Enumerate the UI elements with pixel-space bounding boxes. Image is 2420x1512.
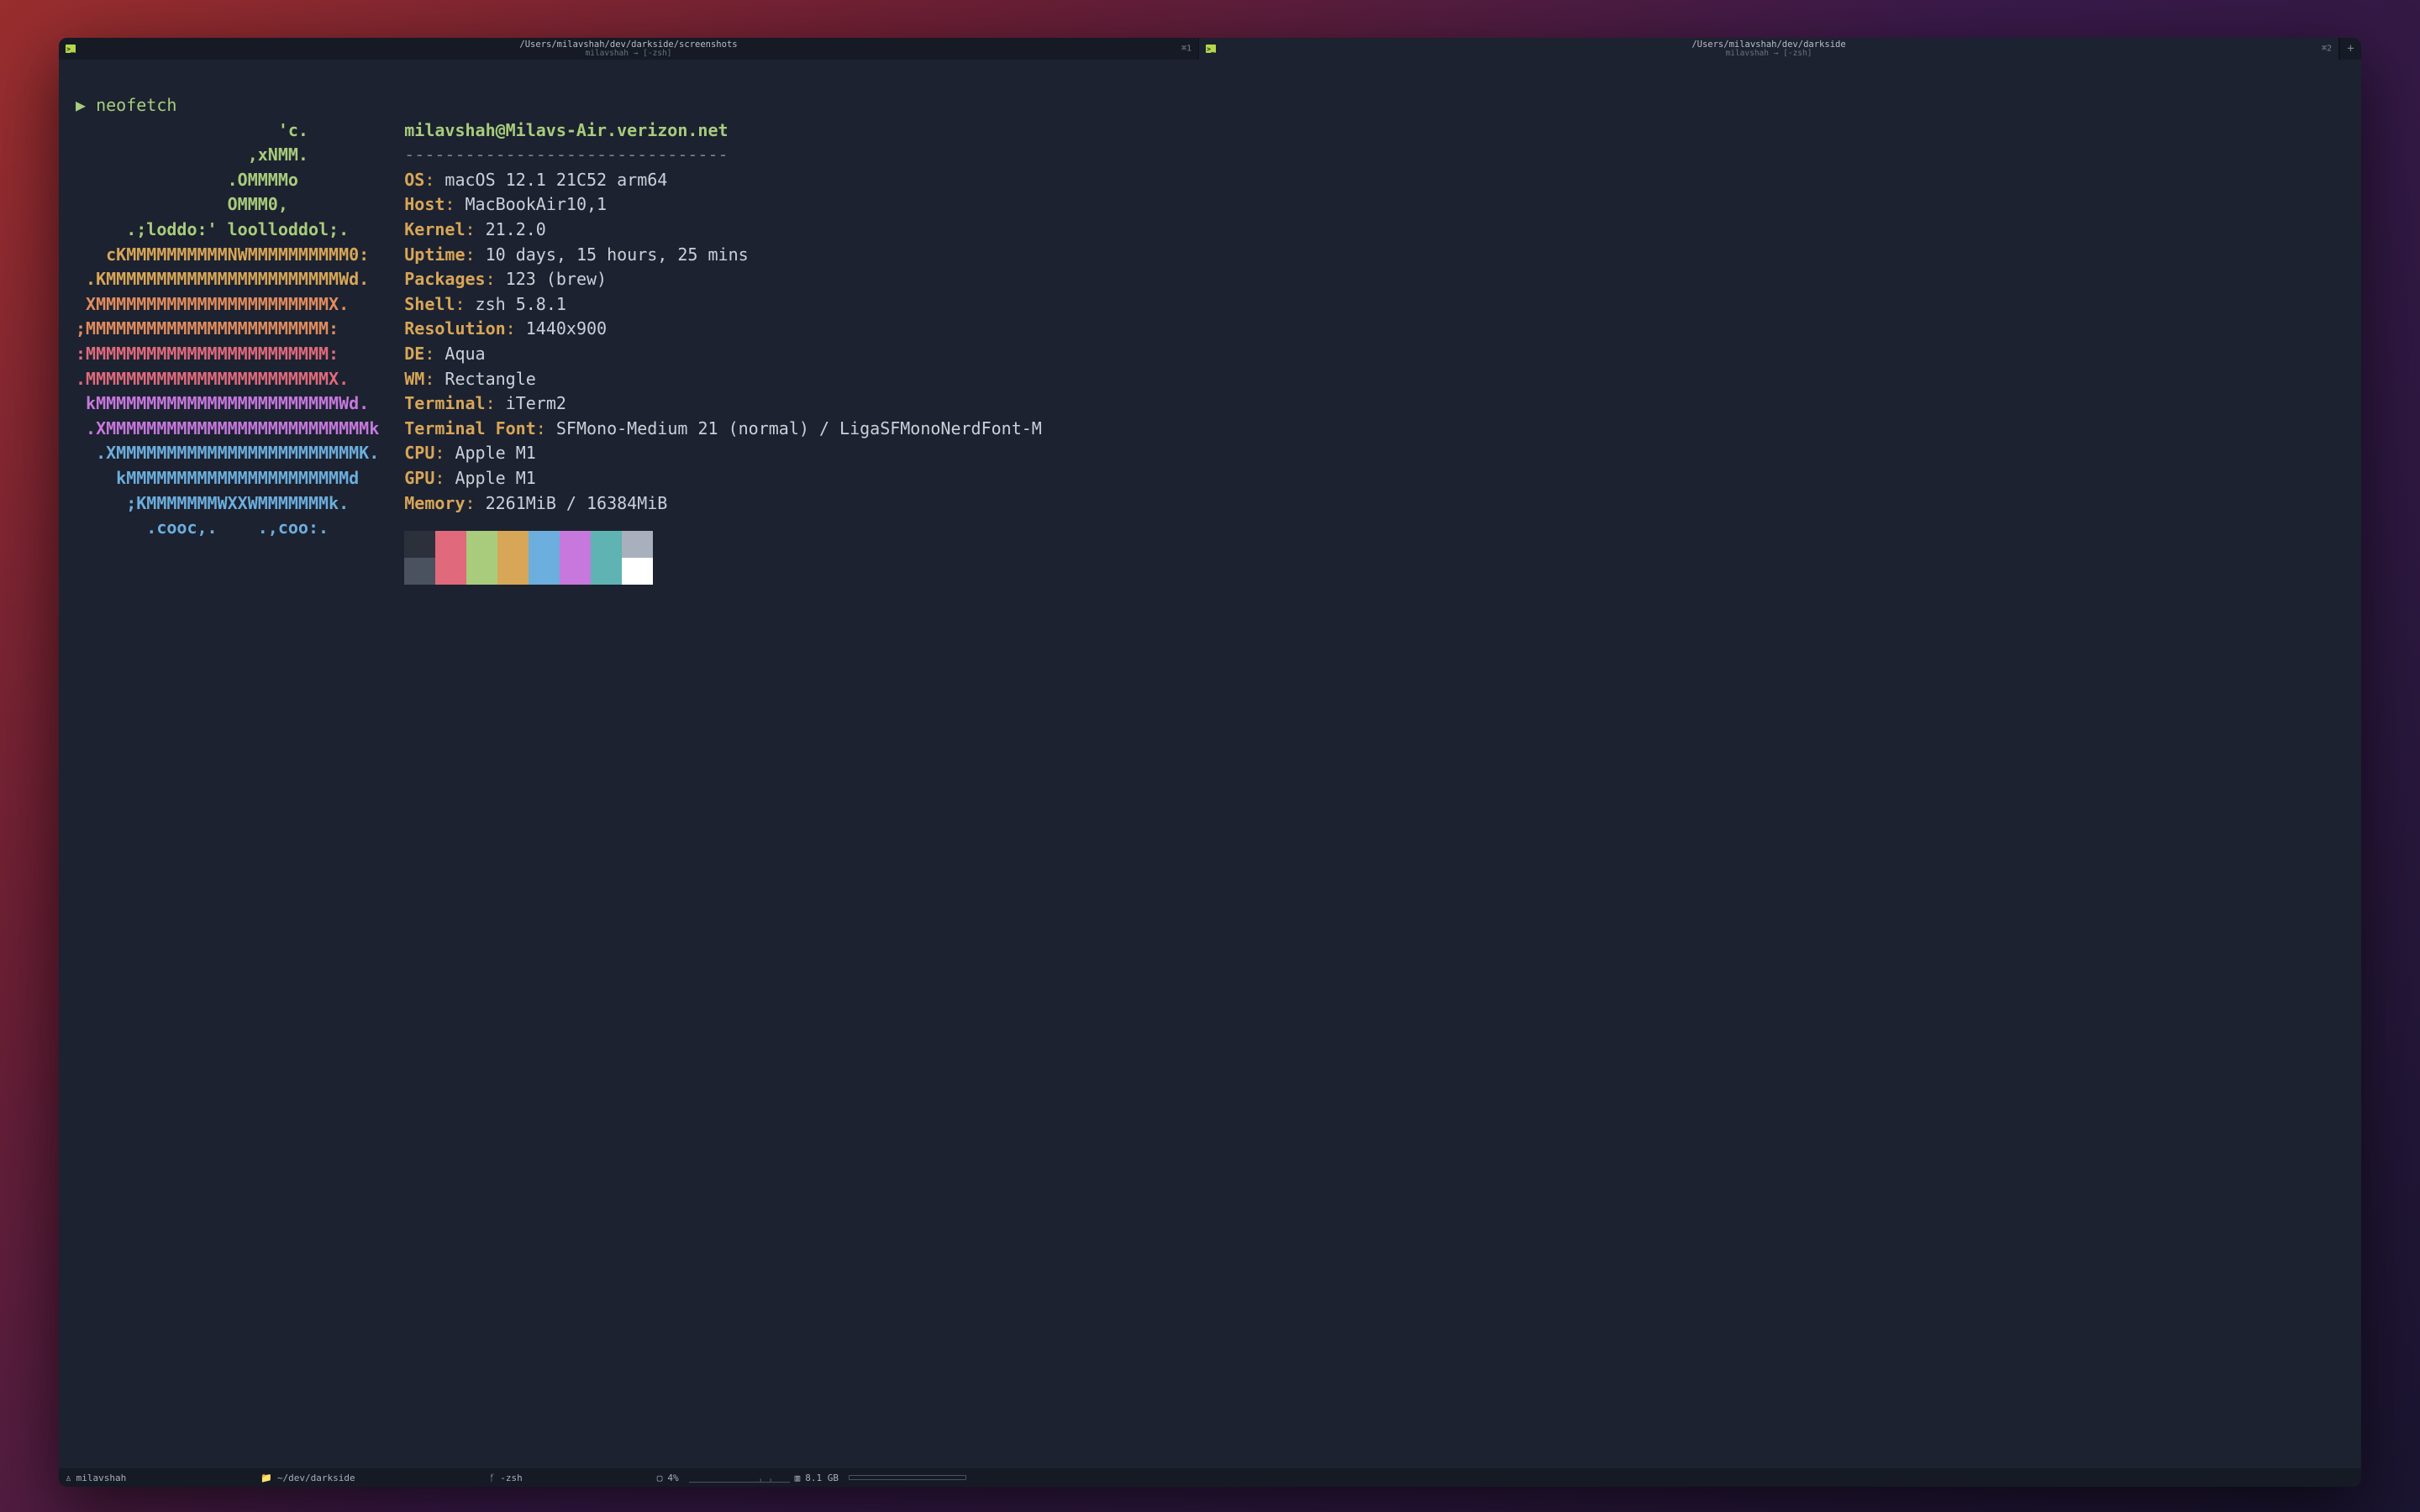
color-palette (404, 531, 1042, 585)
tab-1[interactable]: >_ /Users/milavshah/dev/darkside/screens… (59, 38, 1199, 60)
prompt-command: neofetch (96, 95, 176, 115)
ascii-line: .MMMMMMMMMMMMMMMMMMMMMMMMX. (76, 369, 349, 389)
terminal-window: >_ /Users/milavshah/dev/darkside/screens… (59, 38, 2361, 1487)
neofetch-row: Terminal Font: SFMono-Medium 21 (normal)… (404, 418, 1042, 438)
color-swatch (560, 558, 591, 585)
tab-bar: >_ /Users/milavshah/dev/darkside/screens… (59, 38, 2361, 60)
tab-subtitle: milavshah → [-zsh] (1726, 50, 1812, 58)
tab-path: /Users/milavshah/dev/darkside (1691, 40, 1845, 50)
color-swatch (404, 531, 435, 558)
color-swatch (560, 531, 591, 558)
ascii-line: OMMM0, (76, 194, 288, 214)
terminal-icon: >_ (1206, 45, 1216, 53)
ascii-line: XMMMMMMMMMMMMMMMMMMMMMMMX. (76, 294, 349, 314)
tab-shortcut: ⌘2 (2322, 45, 2332, 54)
status-cpu: ▢4% (657, 1473, 795, 1483)
tab-subtitle: milavshah → [-zsh] (586, 50, 672, 58)
color-swatch (435, 558, 466, 585)
ascii-line: ;MMMMMMMMMMMMMMMMMMMMMMMM: (76, 318, 339, 339)
cpu-sparkline (689, 1473, 790, 1483)
tab-2[interactable]: >_ /Users/milavshah/dev/darkside milavsh… (1199, 38, 2339, 60)
status-bar: ♙milavshah 📁~/dev/darkside ᚶ-zsh ▢4% ▥8.… (59, 1468, 2361, 1487)
ascii-line: ;KMMMMMMMWXXWMMMMMMMk. (76, 493, 349, 513)
color-swatch (529, 558, 560, 585)
color-swatch (622, 558, 653, 585)
color-swatch (529, 531, 560, 558)
ascii-line: 'c. (76, 120, 308, 140)
tab-shortcut: ⌘1 (1181, 45, 1192, 54)
ascii-line: .cooc,. .,coo:. (76, 517, 329, 538)
prompt: ▶ neofetch (76, 95, 176, 115)
status-user: ♙milavshah (66, 1473, 126, 1483)
neofetch-row: Shell: zsh 5.8.1 (404, 294, 566, 314)
color-swatch (466, 558, 497, 585)
status-memory: ▥8.1 GB (795, 1473, 966, 1483)
color-swatch (497, 558, 529, 585)
terminal-icon: >_ (66, 45, 76, 53)
ascii-line: .;loddo:' loolloddol;. (76, 219, 349, 239)
neofetch-row: GPU: Apple M1 (404, 468, 536, 488)
color-swatch (404, 558, 435, 585)
ascii-line: ,xNMM. (76, 144, 308, 165)
cpu-icon: ▢ (657, 1473, 663, 1483)
neofetch-row: Packages: 123 (brew) (404, 269, 607, 289)
ascii-line: kMMMMMMMMMMMMMMMMMMMMMMMMWd. (76, 393, 369, 413)
user-icon: ♙ (66, 1473, 71, 1483)
neofetch-row: Uptime: 10 days, 15 hours, 25 mins (404, 244, 748, 265)
neofetch-separator: -------------------------------- (404, 144, 728, 165)
neofetch-row: Kernel: 21.2.0 (404, 219, 546, 239)
color-swatch (435, 531, 466, 558)
ascii-line: cKMMMMMMMMMMNWMMMMMMMMMM0: (76, 244, 369, 265)
neofetch-row: Host: MacBookAir10,1 (404, 194, 607, 214)
ascii-line: :MMMMMMMMMMMMMMMMMMMMMMMM: (76, 344, 339, 364)
ascii-line: kMMMMMMMMMMMMMMMMMMMMMMd (76, 468, 359, 488)
folder-icon: 📁 (260, 1473, 272, 1483)
neofetch-row: CPU: Apple M1 (404, 443, 536, 463)
ascii-line: .OMMMMo (76, 170, 298, 190)
prompt-symbol: ▶ (76, 95, 86, 115)
ascii-logo: 'c. ,xNMM. .OMMMMo OMMM0, .;loddo:' lool… (76, 118, 379, 541)
neofetch-row: DE: Aqua (404, 344, 485, 364)
status-process: ᚶ-zsh (490, 1473, 523, 1483)
neofetch-row: Resolution: 1440x900 (404, 318, 607, 339)
neofetch-info: milavshah@Milavs-Air.verizon.net -------… (404, 118, 1042, 585)
status-cwd: 📁~/dev/darkside (260, 1473, 355, 1483)
neofetch-row: Terminal: iTerm2 (404, 393, 566, 413)
memory-icon: ▥ (795, 1473, 801, 1483)
color-swatch (497, 531, 529, 558)
neofetch-row: OS: macOS 12.1 21C52 arm64 (404, 170, 667, 190)
ascii-line: .KMMMMMMMMMMMMMMMMMMMMMMMWd. (76, 269, 369, 289)
memory-bar (849, 1475, 966, 1480)
terminal-body[interactable]: ▶ neofetch 'c. ,xNMM. .OMMMMo OMMM0, .;l… (59, 60, 2361, 1468)
tab-path: /Users/milavshah/dev/darkside/screenshot… (519, 40, 737, 50)
new-tab-button[interactable]: + (2339, 38, 2361, 60)
ascii-line: .XMMMMMMMMMMMMMMMMMMMMMMMMK. (76, 443, 379, 463)
ascii-line: .XMMMMMMMMMMMMMMMMMMMMMMMMMMk (76, 418, 379, 438)
branch-icon: ᚶ (490, 1473, 496, 1483)
neofetch-row: Memory: 2261MiB / 16384MiB (404, 493, 667, 513)
color-swatch (622, 531, 653, 558)
neofetch-header: milavshah@Milavs-Air.verizon.net (404, 120, 728, 140)
color-swatch (591, 531, 622, 558)
color-swatch (466, 531, 497, 558)
color-swatch (591, 558, 622, 585)
neofetch-row: WM: Rectangle (404, 369, 536, 389)
